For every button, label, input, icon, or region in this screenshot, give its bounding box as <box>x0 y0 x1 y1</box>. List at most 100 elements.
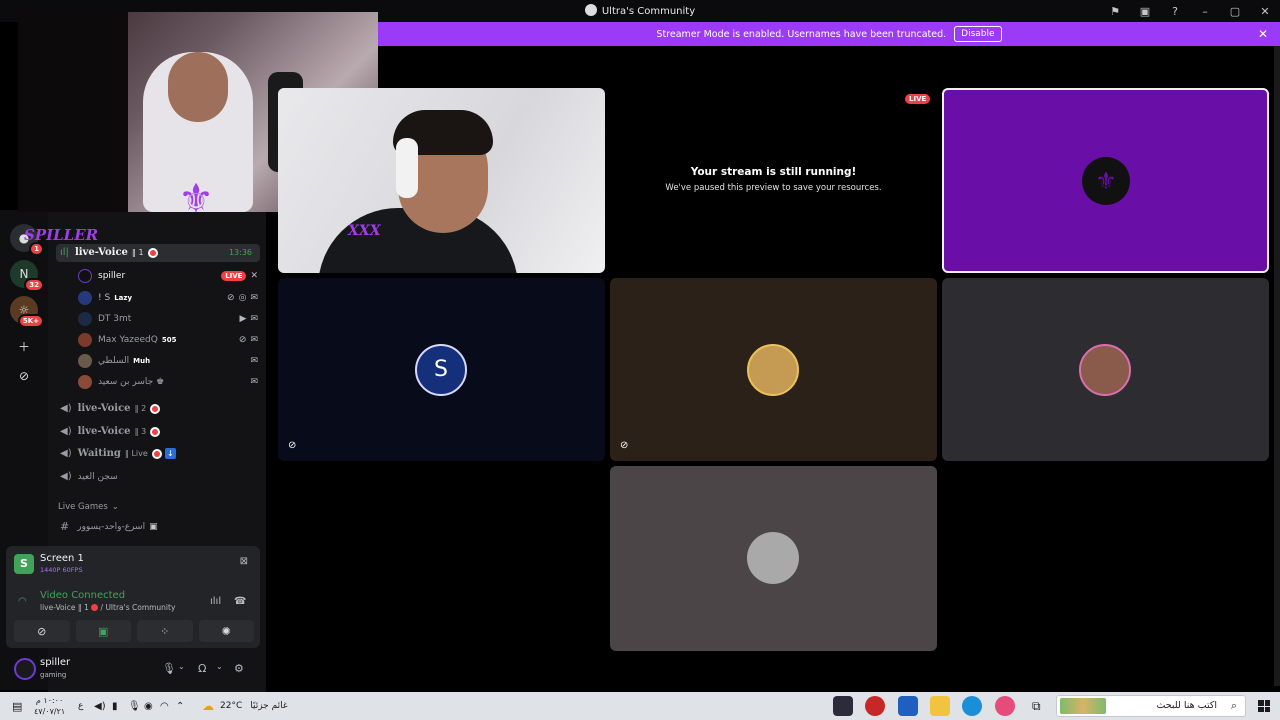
noise-suppression-icon[interactable]: ılıl <box>210 596 221 607</box>
video-tile[interactable]: ⊘ <box>610 278 937 461</box>
server-icon[interactable]: N 32 <box>10 260 44 292</box>
streamer-mode-banner: Streamer Mode is enabled. Usernames have… <box>378 22 1280 46</box>
voice-channel[interactable]: ◀) سجن العيد <box>60 471 118 482</box>
clock[interactable]: ١٠:٠٠ م ٤٧/٠٧/٢١ <box>34 692 65 720</box>
chevron-down-icon[interactable]: ⌄ <box>178 662 185 671</box>
close-window-button[interactable]: ✕ <box>1250 0 1280 22</box>
discord-window: Ultra's Community ⚑ ▣ ? – ▢ ✕ Streamer M… <box>0 0 1280 692</box>
stream-paused-tile[interactable]: Your stream is still running! We've paus… <box>610 88 937 273</box>
text-channel[interactable]: # اسرع-واحد-يسوور ▣ <box>60 520 158 533</box>
brand-logo-icon: ⚜ <box>178 176 214 222</box>
camera-off-button[interactable]: ⊘ <box>14 620 70 642</box>
chevron-down-icon[interactable]: ⌄ <box>216 662 223 671</box>
connection-status[interactable]: Video Connected <box>40 590 125 601</box>
voice-channel[interactable]: ◀) live-Voice ‖ 2 <box>60 403 161 414</box>
microphone-icon[interactable]: 🎙 <box>162 662 176 675</box>
voice-connected-icon: ıl| <box>60 247 69 258</box>
camera-emoji-icon: ▣ <box>149 521 158 532</box>
paused-subtitle: We've paused this preview to save your r… <box>665 183 882 193</box>
plus-icon[interactable]: ＋ <box>10 332 38 360</box>
speaker-icon: ◀) <box>60 403 72 414</box>
minimize-button[interactable]: – <box>1190 0 1220 22</box>
voice-member[interactable]: ! S Lazy ⊘ ◎ ✉ <box>78 291 258 305</box>
voice-member[interactable]: DT 3mt ▶ ✉ <box>78 312 258 326</box>
soundboard-button[interactable]: ✺ <box>198 620 254 642</box>
member-name: spiller <box>98 271 126 281</box>
video-tile-speaking[interactable]: ⚜ <box>942 88 1269 273</box>
avatar <box>78 291 92 305</box>
connected-channel[interactable]: live-Voice ‖ 1 <box>40 603 89 612</box>
voice-channel[interactable]: ◀) live-Voice ‖ 3 <box>60 426 161 437</box>
mic-muted-icon: ⊘ <box>620 440 629 451</box>
avatar: S <box>415 344 467 396</box>
compass-icon[interactable]: ⊘ <box>10 362 38 390</box>
share-screen-button[interactable]: ▣ <box>75 620 131 642</box>
voice-member[interactable]: Max YazeedQ 505 ⊘ ✉ <box>78 333 258 347</box>
speaker-icon: ◀) <box>60 471 72 482</box>
headphones-icon[interactable]: Ω <box>198 662 206 675</box>
camera-icon: ▶ <box>239 314 247 324</box>
member-tag: Lazy <box>114 294 133 302</box>
avatar <box>78 312 92 326</box>
channel-suffix: ‖ 2 <box>134 404 147 413</box>
screen-share-icon: S <box>14 554 34 574</box>
help-icon[interactable]: ? <box>1160 0 1190 22</box>
disable-streamer-mode-button[interactable]: Disable <box>954 26 1002 42</box>
mention-badge: 1 <box>29 242 44 256</box>
voice-member[interactable]: spiller LIVE ✕ <box>78 269 258 283</box>
windows-start-icon[interactable] <box>1258 700 1270 712</box>
store-icon[interactable] <box>898 696 918 716</box>
weather-widget[interactable]: ☁ 22°C غائم جزئيًا <box>202 692 288 720</box>
voice-panel: S Screen 1 1440P 60FPS ⊠ ◠ Video Connect… <box>6 546 260 648</box>
volume-icon[interactable]: ◀) <box>94 692 106 720</box>
notifications-icon[interactable]: ▤ <box>12 692 22 720</box>
wifi-icon[interactable]: ◠ <box>160 692 169 720</box>
video-tile-camera[interactable]: XXX <box>278 88 605 273</box>
scrollbar[interactable] <box>1274 46 1280 686</box>
channel-name: live-Voice <box>74 247 128 258</box>
mic-icon[interactable]: 🎙 <box>128 692 141 720</box>
edge-icon[interactable] <box>962 696 982 716</box>
tray-app-icon[interactable]: ◉ <box>144 692 153 720</box>
server-logo-icon <box>584 4 597 16</box>
video-tile[interactable]: S ⊘ <box>278 278 605 461</box>
taskbar: ▤ ١٠:٠٠ م ٤٧/٠٧/٢١ ع ◀) ▮ 🎙 ◉ ◠ ⌃ ☁ 22°C… <box>0 692 1280 720</box>
video-tile[interactable] <box>610 466 937 651</box>
streamer-head <box>168 52 228 122</box>
battery-icon[interactable]: ▮ <box>112 692 118 720</box>
avatar <box>78 333 92 347</box>
category-live-games[interactable]: Live Games ⌄ <box>58 502 119 512</box>
task-view-icon[interactable]: ⧉ <box>1032 692 1041 720</box>
screen-title: Screen 1 <box>40 553 84 564</box>
channel-name: سجن العيد <box>77 471 118 482</box>
mic-muted-icon: ⊘ <box>238 335 247 345</box>
avatar <box>1079 344 1131 396</box>
avatar[interactable] <box>14 658 36 680</box>
voice-member[interactable]: السلطي Muh ✉ <box>78 354 258 368</box>
voice-member[interactable]: جاسر بن سعيد ♚ ✉ <box>78 375 258 389</box>
search-box[interactable]: اكتب هنا للبحث ⌕ <box>1056 695 1246 717</box>
folder-icon[interactable] <box>930 696 950 716</box>
close-banner-icon[interactable]: ✕ <box>1258 27 1268 41</box>
copilot-icon[interactable] <box>995 696 1015 716</box>
server-icon[interactable]: ☼ 5K+ <box>10 296 44 328</box>
stop-stream-icon[interactable]: ⊠ <box>240 556 248 567</box>
channel-suffix: ‖ 1 <box>131 248 144 257</box>
chevron-up-icon[interactable]: ⌃ <box>176 692 184 720</box>
app-icon[interactable] <box>865 696 885 716</box>
inbox-icon[interactable]: ▣ <box>1130 0 1160 22</box>
username[interactable]: spiller <box>40 657 70 668</box>
maximize-button[interactable]: ▢ <box>1220 0 1250 22</box>
member-tag: 505 <box>161 336 177 344</box>
discord-app-icon[interactable] <box>833 696 853 716</box>
down-arrow-icon: ↓ <box>164 448 176 459</box>
language-indicator[interactable]: ع <box>78 692 83 720</box>
disconnect-icon[interactable]: ☎ <box>234 596 246 607</box>
gear-icon[interactable]: ⚙ <box>234 662 244 675</box>
flag-icon[interactable]: ⚑ <box>1100 0 1130 22</box>
search-placeholder: اكتب هنا للبحث <box>1156 700 1217 711</box>
activities-button[interactable]: ⁘ <box>137 620 193 642</box>
voice-channel[interactable]: ◀) Waiting ‖ Live ↓ <box>60 448 176 459</box>
banner-text: Streamer Mode is enabled. Usernames have… <box>656 28 947 40</box>
video-tile[interactable] <box>942 278 1269 461</box>
